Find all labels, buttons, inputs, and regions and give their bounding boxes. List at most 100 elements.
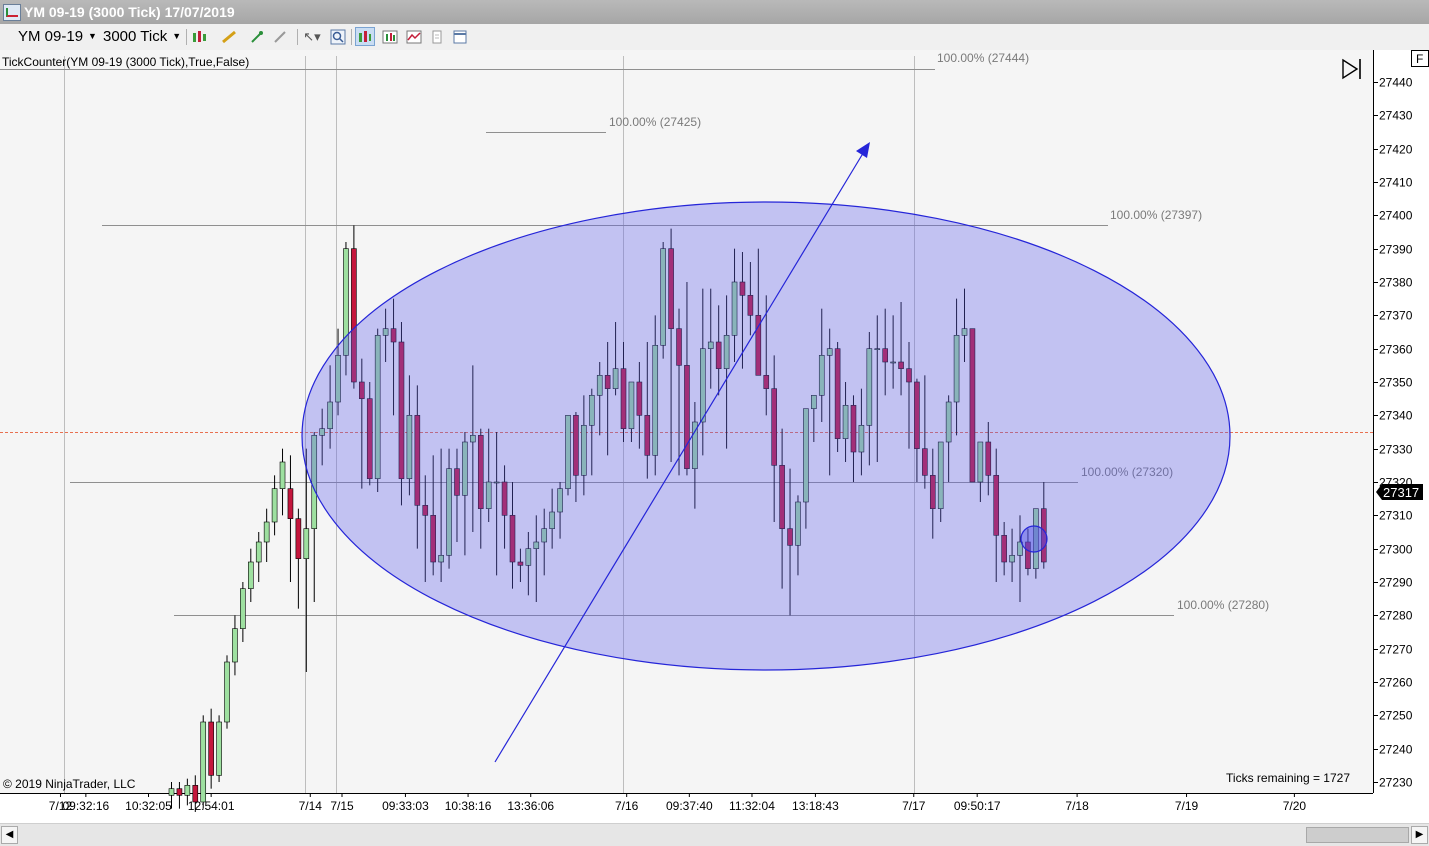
zoom-icon-graphic: [330, 29, 346, 44]
level-label: 100.00% (27425): [609, 115, 701, 129]
bar-type-icon[interactable]: [380, 27, 400, 46]
y-tick-label: 27440: [1379, 76, 1413, 90]
x-tick-label: 09:37:40: [666, 799, 713, 813]
y-tick-label: 27410: [1379, 176, 1413, 190]
y-tick-label: 27390: [1379, 243, 1413, 257]
candle-down: [176, 788, 183, 796]
x-tick-label: 09:33:03: [382, 799, 429, 813]
pointer-icon[interactable]: ↖▾: [302, 27, 322, 46]
properties-icon[interactable]: [427, 27, 447, 46]
small-circle-drawing: [1020, 525, 1048, 553]
x-tick-label: 7/19: [1175, 799, 1199, 813]
candle-up: [240, 588, 246, 629]
level-label: 100.00% (27397): [1110, 208, 1202, 222]
y-tick-label: 27340: [1379, 409, 1413, 423]
candle-down: [295, 518, 302, 559]
y-tick-label: 27270: [1379, 643, 1413, 657]
y-tick-label: 27280: [1379, 609, 1413, 623]
candle-up: [200, 721, 207, 803]
properties-icon-graphic: [432, 30, 442, 43]
y-tick-label: 27240: [1379, 743, 1413, 757]
x-tick-label: 7/17: [902, 799, 926, 813]
x-tick-label: 09:32:16: [62, 799, 109, 813]
x-tick-label: 7/18: [1065, 799, 1089, 813]
x-tick-label: 13:18:43: [792, 799, 839, 813]
candle-up: [263, 521, 270, 543]
indicator-label: TickCounter(YM 09-19 (3000 Tick),True,Fa…: [2, 55, 249, 69]
x-tick-label: 7/14: [299, 799, 323, 813]
toolbar-separator: [186, 29, 187, 45]
pencil-icon-graphic: [222, 30, 236, 43]
interval-label: 3000 Tick: [103, 28, 168, 45]
ticks-remaining-text: Ticks remaining = 1727: [1226, 771, 1350, 785]
candle-down: [287, 488, 294, 519]
y-tick-label: 27360: [1379, 343, 1413, 357]
horizontal-scrollbar[interactable]: ◀ ▶: [0, 823, 1429, 846]
chevron-down-icon: ▼: [88, 31, 97, 41]
x-tick-label: 12:54:01: [188, 799, 235, 813]
x-tick-label: 10:32:05: [125, 799, 172, 813]
pencil-icon[interactable]: [220, 27, 240, 46]
chart-style-icon-graphic: [359, 30, 371, 42]
x-tick-label: 7/15: [330, 799, 354, 813]
pin-icon-graphic: [251, 30, 263, 43]
candle-up: [184, 785, 191, 796]
candle-up: [248, 561, 254, 589]
y-tick-label: 27300: [1379, 543, 1413, 557]
zoom-icon[interactable]: [328, 27, 348, 46]
y-tick-label: 27250: [1379, 709, 1413, 723]
indicator-icon[interactable]: [404, 27, 424, 46]
level-label: 100.00% (27444): [937, 51, 1029, 65]
y-tick-label: 27380: [1379, 276, 1413, 290]
scroll-left-button[interactable]: ◀: [1, 826, 18, 844]
candle-up: [279, 461, 286, 489]
scrollbar-thumb[interactable]: [1306, 827, 1409, 843]
y-tick-label: 27370: [1379, 309, 1413, 323]
app-icon: [3, 4, 21, 21]
x-tick-label: 10:38:16: [445, 799, 492, 813]
indicator-icon-graphic: [406, 30, 422, 43]
y-tick-label: 27350: [1379, 376, 1413, 390]
y-tick-label: 27290: [1379, 576, 1413, 590]
chevron-down-icon: ▼: [172, 31, 182, 41]
y-tick-label: 27420: [1379, 143, 1413, 157]
y-tick-label: 27330: [1379, 443, 1413, 457]
y-tick-label: 27310: [1379, 509, 1413, 523]
ellipse-drawing: [301, 201, 1231, 671]
data-box-icon[interactable]: [450, 27, 470, 46]
pin-icon[interactable]: [248, 27, 268, 46]
toolbar: YM 09-19 ▼ 3000 Tick ▼ ↖▾: [0, 24, 1429, 51]
y-tick-label: 27260: [1379, 676, 1413, 690]
data-box-icon-graphic: [453, 30, 467, 43]
bars-icon[interactable]: [191, 27, 211, 46]
interval-selector[interactable]: 3000 Tick ▼: [103, 27, 181, 46]
crosshair-icon[interactable]: [271, 27, 291, 46]
x-tick-label: 09:50:17: [954, 799, 1001, 813]
price-chart[interactable]: 100.00% (27444) 100.00% (27425) 100.00% (2…: [0, 50, 1429, 823]
instrument-label: YM 09-19: [18, 28, 84, 45]
candle-up: [271, 488, 278, 523]
candle-up: [303, 528, 310, 559]
candle-up: [255, 541, 262, 563]
instrument-selector[interactable]: YM 09-19 ▼: [18, 27, 97, 46]
bar-type-icon-graphic: [382, 30, 398, 43]
window-title: YM 09-19 (3000 Tick) 17/07/2019: [24, 4, 235, 20]
window-titlebar: YM 09-19 (3000 Tick) 17/07/2019: [0, 0, 1429, 24]
y-tick-label: 27230: [1379, 776, 1413, 790]
y-tick-label: 27430: [1379, 109, 1413, 123]
candle-up: [232, 628, 238, 663]
x-tick-label: 13:36:06: [507, 799, 554, 813]
properties-toggle-label: F: [1416, 52, 1423, 66]
x-tick-label: 7/16: [615, 799, 639, 813]
scroll-right-button[interactable]: ▶: [1411, 826, 1428, 844]
candle-up: [168, 788, 175, 796]
crosshair-icon-graphic: [274, 30, 286, 43]
x-tick-label: 11:32:04: [729, 799, 775, 813]
candle-up: [216, 721, 222, 776]
bars-icon-graphic: [193, 30, 206, 42]
y-tick-label: 27400: [1379, 209, 1413, 223]
toolbar-separator: [297, 29, 298, 45]
chart-style-icon[interactable]: [355, 27, 375, 46]
candle-up: [224, 661, 230, 723]
x-tick-label: 7/20: [1283, 799, 1307, 813]
